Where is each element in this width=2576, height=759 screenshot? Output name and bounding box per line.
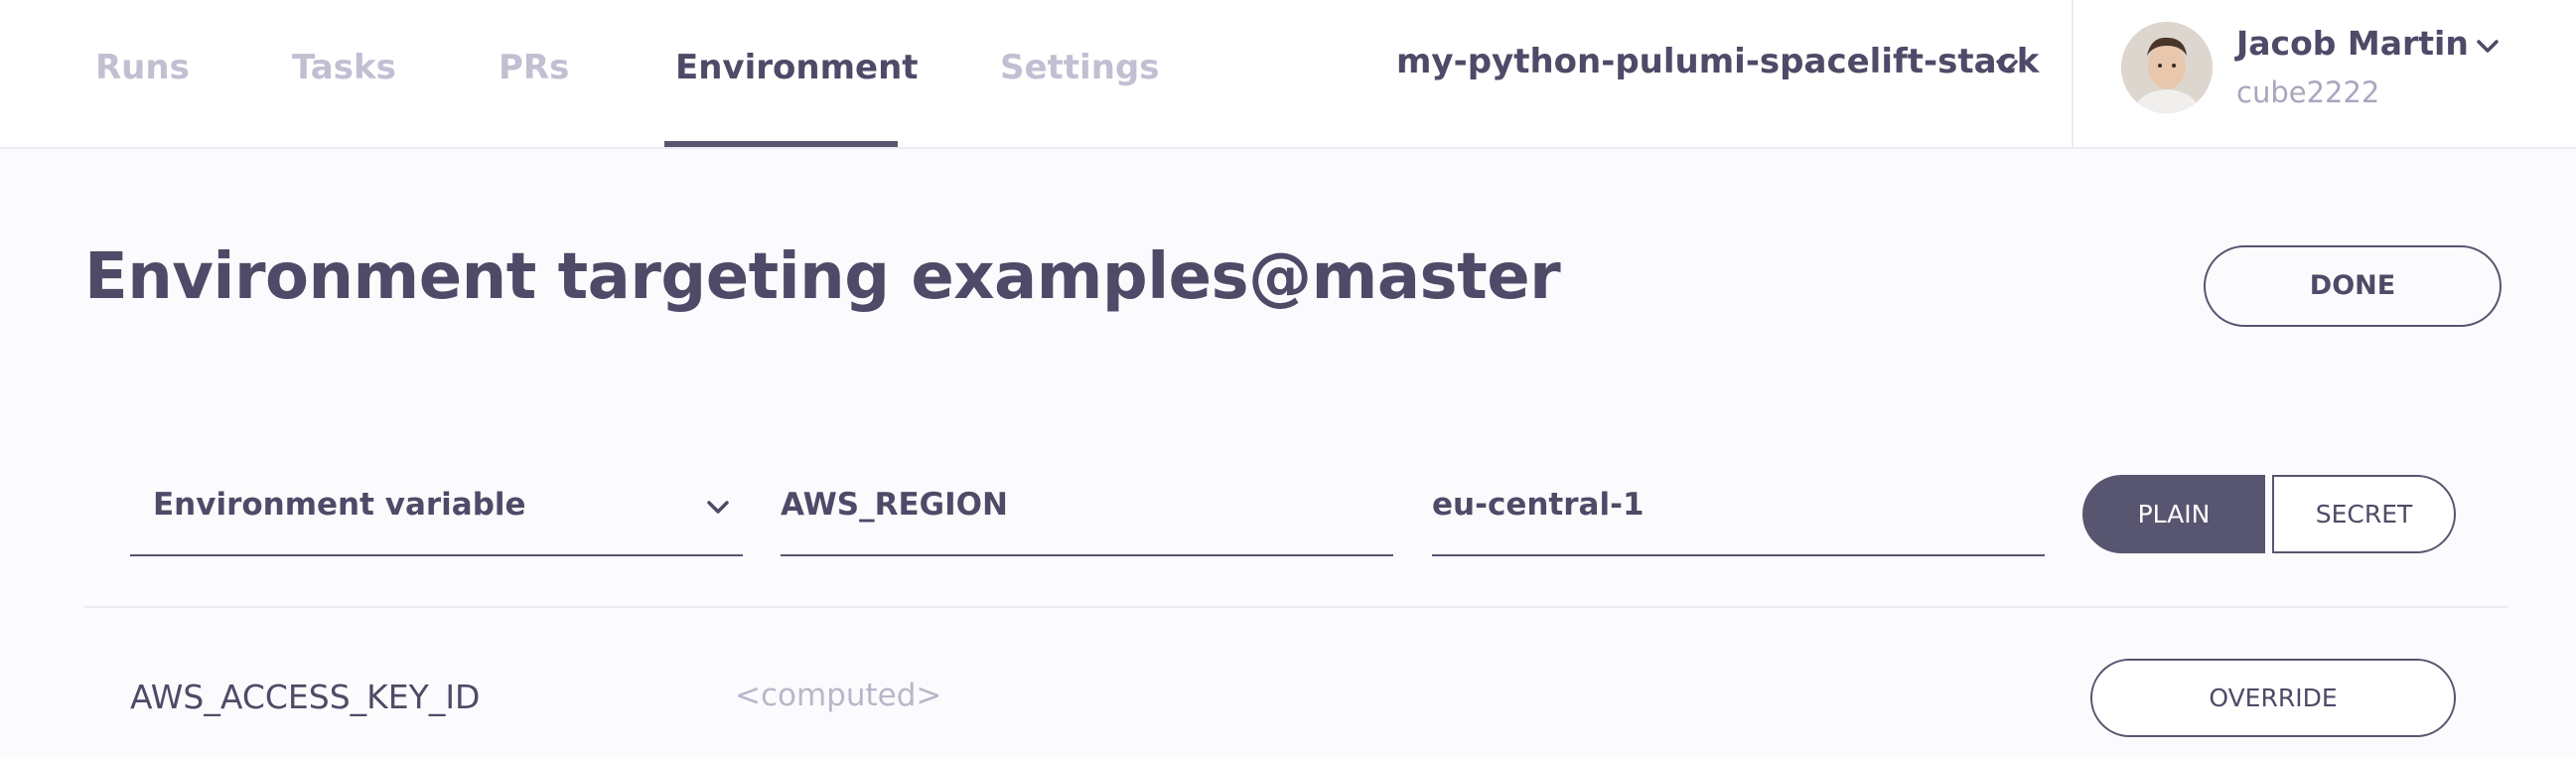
tab-settings[interactable]: Settings [1000,48,1160,87]
override-button[interactable]: OVERRIDE [2090,659,2456,737]
done-button[interactable]: DONE [2204,245,2502,327]
avatar[interactable] [2121,22,2213,113]
variable-value-value: eu-central-1 [1432,487,1645,523]
variable-key-input[interactable]: AWS_REGION [781,473,1393,556]
variable-key-value: AWS_REGION [781,487,1008,523]
top-navigation-bar: Runs Tasks PRs Environment Settings my-p… [0,0,2576,149]
active-tab-indicator [664,141,898,147]
tab-prs[interactable]: PRs [499,48,569,87]
tab-tasks[interactable]: Tasks [292,48,396,87]
page-title: Environment targeting examples@master [84,240,1561,314]
tab-runs[interactable]: Runs [95,48,190,87]
chevron-down-icon[interactable] [2473,32,2503,66]
variable-type-select[interactable]: Environment variable [130,473,743,556]
variable-row-key: AWS_ACCESS_KEY_ID [130,678,481,716]
chevron-down-icon [703,493,733,531]
plain-toggle-button[interactable]: PLAIN [2082,475,2265,553]
header-divider [2072,0,2074,149]
section-divider [84,606,2507,608]
secret-toggle-button[interactable]: SECRET [2272,475,2456,553]
variable-row-value: <computed> [735,678,942,713]
chevron-down-icon[interactable] [1992,52,2022,85]
user-handle: cube2222 [2236,76,2380,109]
stack-selector[interactable]: my-python-pulumi-spacelift-stack [1396,42,2039,81]
user-name: Jacob Martin [2236,24,2469,63]
variable-value-input[interactable]: eu-central-1 [1432,473,2045,556]
tab-environment[interactable]: Environment [675,48,919,87]
variable-type-value: Environment variable [153,487,526,523]
stack-selector-label: my-python-pulumi-spacelift-stack [1396,42,2040,81]
